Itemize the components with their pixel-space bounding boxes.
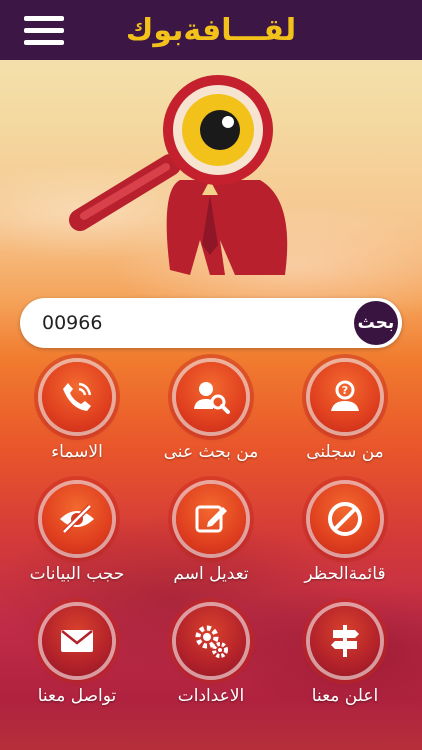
svg-text:?: ?: [342, 384, 348, 397]
tile-label: قائمةالحظر: [304, 564, 386, 584]
tile-label: حجب البيانات: [29, 564, 125, 584]
user-search-icon: [194, 382, 230, 414]
tile-settings[interactable]: الاعدادات: [146, 606, 276, 726]
tile-label: الاسماء: [51, 442, 103, 462]
top-bar: لقـــافةبوك: [0, 0, 422, 60]
tile-contact-us[interactable]: تواصل معنا: [12, 606, 142, 726]
tile-block-list[interactable]: قائمةالحظر: [280, 484, 410, 604]
tile-edit-name[interactable]: تعديل اسم: [146, 484, 276, 604]
block-icon: [328, 502, 362, 536]
tile-advertise[interactable]: اعلن معنا: [280, 606, 410, 726]
tile-label: من سجلنى: [306, 442, 384, 462]
tile-label: تواصل معنا: [37, 686, 117, 706]
app-logo: لقـــافةبوك: [125, 12, 297, 48]
eye-off-icon: [60, 504, 94, 534]
search-button[interactable]: بحث: [354, 301, 398, 345]
phone-search-input[interactable]: [42, 306, 342, 340]
hamburger-menu-icon[interactable]: [24, 10, 64, 50]
tile-label: الاعدادات: [177, 686, 245, 706]
signpost-icon: [331, 625, 359, 657]
tile-hide-data[interactable]: حجب البيانات: [12, 484, 142, 604]
tile-label: من بحث عنى: [163, 442, 259, 462]
phone-call-icon: [63, 382, 92, 411]
edit-icon: [195, 505, 227, 533]
tile-names[interactable]: الاسماء: [12, 362, 142, 482]
magnifier-mascot-illustration: [69, 75, 288, 275]
tile-label: تعديل اسم: [173, 564, 249, 584]
tile-who-searched-me[interactable]: من بحث عنى: [146, 362, 276, 482]
mail-icon: [61, 630, 93, 652]
search-bar: بحث: [20, 298, 402, 348]
person-question-icon: ?: [331, 380, 359, 411]
tile-label: اعلن معنا: [311, 686, 379, 706]
tile-who-saved-me[interactable]: ? من سجلنى: [280, 362, 410, 482]
settings-icon: [195, 625, 228, 658]
